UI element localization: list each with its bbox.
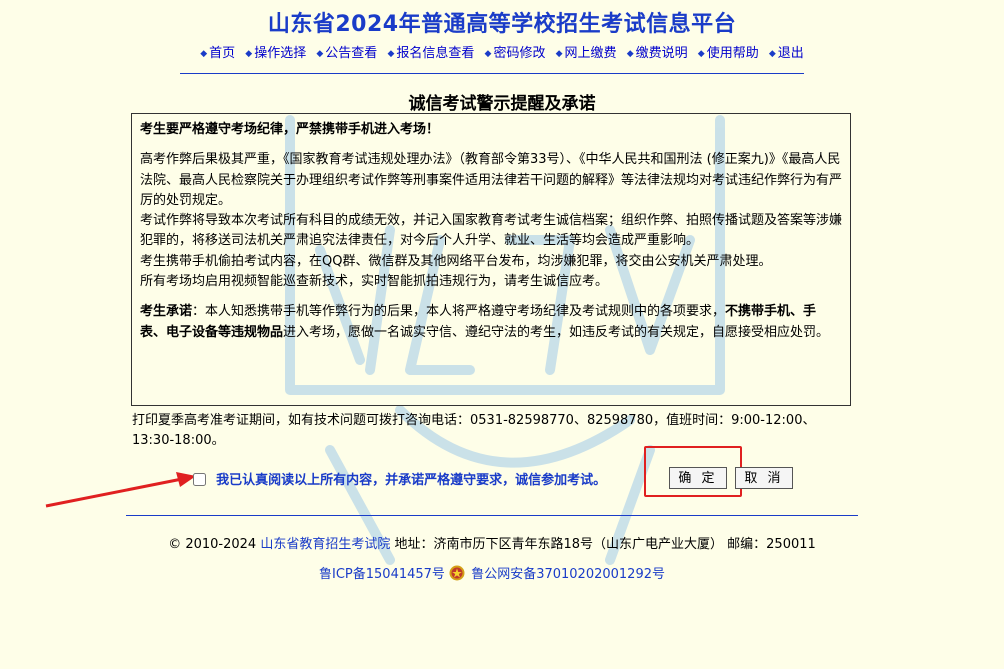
org-link[interactable]: 山东省教育招生考试院 (260, 537, 390, 552)
diamond-bullet-icon: ◆ (626, 49, 634, 59)
nav-item-announcements[interactable]: ◆ 公告查看 (316, 46, 377, 61)
pledge-text: ：本人知悉携带手机等作弊行为的后果，本人将严格遵守考场纪律及考试规则中的各项要求… (192, 304, 726, 320)
footer-copyright-line: © 2010-2024 山东省教育招生考试院 地址：济南市历下区青年东路18号（… (0, 533, 984, 552)
nav-item-label: 报名信息查看 (396, 46, 475, 61)
top-divider (180, 73, 804, 74)
nav-item-online-payment[interactable]: ◆ 网上缴费 (556, 46, 617, 61)
address-text: 地址：济南市历下区青年东路18号（山东广电产业大厦） 邮编：250011 (394, 537, 816, 552)
copyright-text: © 2010-2024 (168, 537, 257, 552)
nav-item-label: 缴费说明 (635, 46, 688, 61)
nav-item-label: 公告查看 (325, 46, 378, 61)
top-nav: ◆ 首页 ◆ 操作选择 ◆ 公告查看 ◆ 报名信息查看 ◆ 密码修改 ◆ 网上缴费 ◆ 缴费说… (0, 42, 1004, 61)
diamond-bullet-icon: ◆ (768, 49, 776, 59)
footer-registration-line: 鲁ICP备15041457号 鲁公网安备37010202001292号 (0, 563, 984, 582)
nav-item-password[interactable]: ◆ 密码修改 (485, 46, 546, 61)
police-emblem-icon (449, 565, 465, 581)
nav-item-label: 网上缴费 (564, 46, 617, 61)
nav-item-usage-help[interactable]: ◆ 使用帮助 (698, 46, 759, 61)
police-record-link[interactable]: 鲁公网安备37010202001292号 (471, 567, 665, 582)
notice-paragraph: 高考作弊后果极其严重，《国家教育考试违规处理办法》（教育部令第33号）、《中华人… (140, 152, 843, 208)
nav-item-payment-help[interactable]: ◆ 缴费说明 (627, 46, 688, 61)
nav-item-label: 退出 (777, 46, 804, 61)
pledge-paragraph: 考生承诺：本人知悉携带手机等作弊行为的后果，本人将严格遵守考场纪律及考试规则中的… (140, 302, 842, 343)
nav-item-label: 使用帮助 (706, 46, 759, 61)
agree-label[interactable]: 我已认真阅读以上所有内容，并承诺严格遵守要求，诚信参加考试。 (216, 473, 606, 488)
confirm-button[interactable]: 确 定 (669, 467, 727, 489)
notice-heading: 考生要严格遵守考场纪律，严禁携带手机进入考场！ (140, 122, 440, 137)
nav-item-logout[interactable]: ◆ 退出 (769, 46, 804, 61)
pledge-label: 考生承诺 (140, 304, 193, 320)
icp-link[interactable]: 鲁ICP备15041457号 (319, 567, 445, 582)
nav-item-operation[interactable]: ◆ 操作选择 (245, 46, 306, 61)
notice-paragraph: 考生携带手机偷拍考试内容，在QQ群、微信群及其他网络平台发布，均涉嫌犯罪，将交由… (140, 253, 772, 269)
cancel-button[interactable]: 取 消 (735, 467, 793, 489)
diamond-bullet-icon: ◆ (200, 49, 208, 59)
nav-item-label: 首页 (209, 46, 236, 61)
notice-title: 诚信考试警示提醒及承诺 (408, 94, 596, 114)
nav-item-home[interactable]: ◆ 首页 (200, 46, 235, 61)
help-hotline-text: 打印夏季高考准考证期间，如有技术问题可拨打咨询电话：0531-82598770、… (132, 413, 816, 448)
pledge-text: 进入考场，愿做一名诚实守信、遵纪守法的考生，如违反考试的有关规定，自愿接受相应处… (283, 324, 830, 340)
nav-item-registration-info[interactable]: ◆ 报名信息查看 (387, 46, 474, 61)
nav-item-label: 操作选择 (254, 46, 307, 61)
diamond-bullet-icon: ◆ (555, 49, 563, 59)
diamond-bullet-icon: ◆ (316, 49, 324, 59)
diamond-bullet-icon: ◆ (387, 49, 395, 59)
red-arrow-annotation (45, 472, 196, 508)
agree-row: 我已认真阅读以上所有内容，并承诺严格遵守要求，诚信参加考试。 (193, 469, 606, 488)
agree-checkbox[interactable] (193, 473, 206, 486)
site-title: 山东省2024年普通高等学校招生考试信息平台 (267, 12, 737, 37)
bottom-divider (126, 515, 858, 516)
notice-paragraph: 考试作弊将导致本次考试所有科目的成绩无效，并记入国家教育考试考生诚信档案；组织作… (140, 213, 843, 249)
nav-item-label: 密码修改 (493, 46, 546, 61)
notice-box: 考生要严格遵守考场纪律，严禁携带手机进入考场！ 高考作弊后果极其严重，《国家教育… (131, 113, 851, 406)
diamond-bullet-icon: ◆ (245, 49, 253, 59)
diamond-bullet-icon: ◆ (697, 49, 705, 59)
diamond-bullet-icon: ◆ (484, 49, 492, 59)
notice-paragraph: 所有考场均启用视频智能巡查新技术，实时智能抓拍违规行为，请考生诚信应考。 (140, 274, 609, 290)
